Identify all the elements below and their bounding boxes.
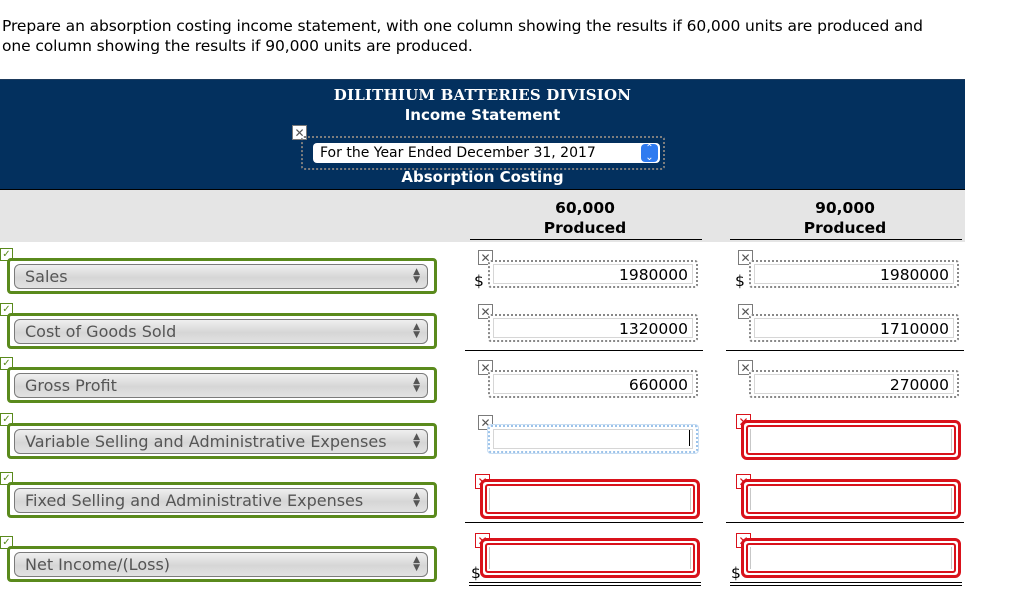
sales-90000-input[interactable]: 1980000 <box>749 260 959 288</box>
subtotal-line <box>465 350 703 351</box>
double-underline <box>469 582 701 583</box>
variable-sa-60000-input[interactable] <box>488 425 698 453</box>
column-units: 60,000 <box>555 199 615 217</box>
column-header-row: 60,000 Produced 90,000 Produced <box>0 190 965 242</box>
input-value <box>489 488 691 510</box>
input-border <box>485 543 695 573</box>
double-underline <box>730 582 962 583</box>
column-header-90000: 90,000 Produced <box>730 198 960 238</box>
column-units: 90,000 <box>815 199 875 217</box>
input-value <box>750 547 952 569</box>
input-value: 1980000 <box>754 264 954 284</box>
column-label: Produced <box>803 219 887 237</box>
column-label: Produced <box>543 219 627 237</box>
double-underline <box>730 585 962 586</box>
row-label-net-income: Net Income/(Loss) ▲ ▼ <box>7 546 437 582</box>
select-arrows-icon: ▲ ▼ <box>413 376 420 394</box>
row-label-variable-sa: Variable Selling and Administrative Expe… <box>7 423 437 459</box>
account-select[interactable]: Cost of Goods Sold ▲ ▼ <box>14 319 428 344</box>
dollar-sign: $ <box>735 272 745 290</box>
input-value <box>489 547 691 569</box>
subtotal-line <box>726 522 964 523</box>
input-border <box>746 425 956 455</box>
account-select[interactable]: Gross Profit ▲ ▼ <box>14 373 428 398</box>
statement-title: Income Statement <box>404 106 561 124</box>
input-value <box>493 429 693 449</box>
account-select[interactable]: Variable Selling and Administrative Expe… <box>14 429 428 454</box>
account-select-value: Sales <box>25 267 68 286</box>
input-value: 1320000 <box>493 318 693 338</box>
select-arrows-icon: ▲ ▼ <box>413 555 420 573</box>
statement-header: DILITHIUM BATTERIES DIVISION Income Stat… <box>0 80 965 190</box>
dollar-sign: $ <box>474 272 484 290</box>
net-income-60000-input[interactable] <box>480 538 700 578</box>
select-arrows-icon: ▲ ▼ <box>413 267 420 285</box>
input-border <box>746 543 956 573</box>
period-select-value: For the Year Ended December 31, 2017 <box>320 145 596 161</box>
instructions-line-1: Prepare an absorption costing income sta… <box>2 17 923 35</box>
account-select[interactable]: Fixed Selling and Administrative Expense… <box>14 488 428 513</box>
cogs-90000-input[interactable]: 1710000 <box>749 314 959 342</box>
input-value <box>750 429 952 451</box>
account-select-value: Fixed Selling and Administrative Expense… <box>25 491 364 510</box>
fixed-sa-90000-input[interactable] <box>741 479 961 519</box>
gross-profit-90000-input[interactable]: 270000 <box>749 370 959 398</box>
instructions: Prepare an absorption costing income sta… <box>2 16 1022 56</box>
account-select[interactable]: Net Income/(Loss) ▲ ▼ <box>14 552 428 577</box>
text-cursor <box>689 430 690 446</box>
dollar-sign: $ <box>731 564 741 582</box>
sales-60000-input[interactable]: 1980000 <box>488 260 698 288</box>
input-border <box>746 484 956 514</box>
row-label-cogs: Cost of Goods Sold ▲ ▼ <box>7 313 437 349</box>
net-income-90000-input[interactable] <box>741 538 961 578</box>
instructions-line-2: one column showing the results if 90,000… <box>2 37 473 55</box>
row-label-sales: Sales ▲ ▼ <box>7 258 437 294</box>
select-arrows-icon: ▲ ▼ <box>413 491 420 509</box>
row-label-gross-profit: Gross Profit ▲ ▼ <box>7 367 437 403</box>
gross-profit-60000-input[interactable]: 660000 <box>488 370 698 398</box>
select-arrows-icon: ▲ ▼ <box>413 322 420 340</box>
input-value: 270000 <box>754 374 954 394</box>
account-select-value: Variable Selling and Administrative Expe… <box>25 432 387 451</box>
period-select-wrapper: For the Year Ended December 31, 2017 ⌃ ⌄ <box>301 136 665 170</box>
subtotal-line <box>465 522 703 523</box>
input-value <box>750 488 952 510</box>
period-select[interactable]: For the Year Ended December 31, 2017 ⌃ ⌄ <box>313 143 660 163</box>
company-name: DILITHIUM BATTERIES DIVISION <box>333 86 632 104</box>
row-label-fixed-sa: Fixed Selling and Administrative Expense… <box>7 482 437 518</box>
select-arrows-icon: ▲ ▼ <box>413 432 420 450</box>
account-select-value: Gross Profit <box>25 376 117 395</box>
variable-sa-90000-input[interactable] <box>741 420 961 460</box>
input-border <box>485 484 695 514</box>
fixed-sa-60000-input[interactable] <box>480 479 700 519</box>
subtotal-line <box>726 350 964 351</box>
input-value: 1710000 <box>754 318 954 338</box>
double-underline <box>469 585 701 586</box>
divider <box>730 239 962 240</box>
account-select-value: Cost of Goods Sold <box>25 322 177 341</box>
column-header-60000: 60,000 Produced <box>470 198 700 238</box>
costing-method: Absorption Costing <box>401 168 564 186</box>
account-select[interactable]: Sales ▲ ▼ <box>14 264 428 289</box>
divider <box>470 239 702 240</box>
cogs-60000-input[interactable]: 1320000 <box>488 314 698 342</box>
account-select-value: Net Income/(Loss) <box>25 555 171 574</box>
input-value: 1980000 <box>493 264 693 284</box>
select-arrows-icon: ⌃ ⌄ <box>641 144 658 163</box>
input-value: 660000 <box>493 374 693 394</box>
